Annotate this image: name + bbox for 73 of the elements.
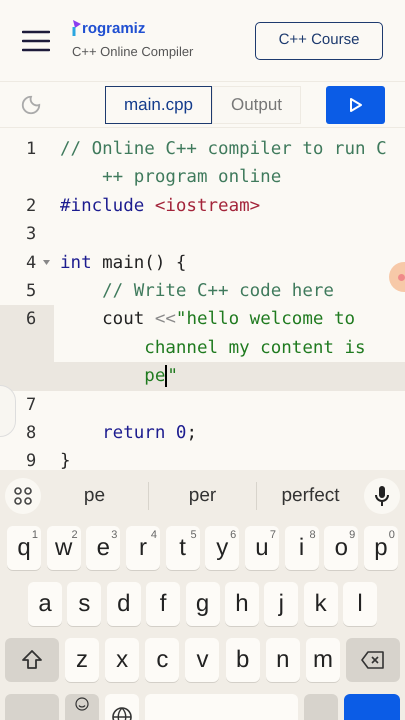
code-token: 0: [176, 422, 186, 445]
line-number: 9: [26, 450, 36, 470]
line-number: 1: [26, 138, 36, 161]
code-token: #include: [60, 194, 146, 218]
logo-icon: [72, 19, 82, 36]
shift-icon: [21, 649, 43, 671]
code-token: pe: [144, 365, 166, 388]
keyboard-key[interactable]: f: [146, 582, 180, 626]
shift-key[interactable]: [5, 638, 59, 682]
key-hint: 5: [190, 528, 197, 543]
line-number: 3: [26, 223, 36, 246]
course-button[interactable]: C++ Course: [255, 22, 383, 60]
code-token: <iostream>: [154, 194, 260, 218]
key-hint: 8: [309, 528, 316, 543]
smiley-icon: [75, 697, 89, 711]
line-number: 6: [26, 308, 36, 332]
keyboard-key[interactable]: m: [306, 638, 340, 682]
code-token: ++ program online: [102, 166, 282, 190]
code-token: // Online C++ compiler to run C: [60, 138, 387, 162]
keyboard-key[interactable]: j: [264, 582, 298, 626]
suggestion-chip[interactable]: pe: [84, 482, 106, 510]
editor-tab[interactable]: main.cpp: [105, 86, 212, 124]
play-icon: [348, 96, 362, 112]
code-token: int: [60, 252, 92, 275]
suggestion-chip[interactable]: per: [188, 482, 216, 510]
keyboard-key[interactable]: s: [67, 582, 102, 626]
code-token: ;: [186, 422, 197, 445]
keyboard-key[interactable]: l: [343, 582, 377, 626]
code-token: ": [167, 365, 178, 388]
keyboard-key[interactable]: i 8: [284, 526, 319, 570]
code-token: }: [60, 450, 71, 470]
fold-icon[interactable]: [43, 260, 50, 265]
line-number: 2: [26, 194, 36, 218]
keyboard-key[interactable]: x: [105, 638, 140, 682]
keyboard-key[interactable]: k: [304, 582, 338, 626]
key-hint: 6: [230, 528, 236, 543]
keyboard-key[interactable]: d: [106, 582, 141, 626]
key-hint: 2: [72, 528, 78, 542]
key-hint: 4: [150, 528, 157, 543]
backspace-icon: [361, 651, 385, 669]
keyboard-key[interactable]: g: [186, 582, 220, 626]
keyboard-key[interactable]: a: [28, 582, 62, 626]
key-hint: 3: [111, 528, 118, 543]
line-number: 8: [26, 422, 36, 445]
key-hint: 9: [349, 528, 356, 543]
keyboard-key[interactable]: v: [185, 638, 220, 682]
keyboard-key[interactable]: b: [226, 638, 260, 682]
code-token: "hello welcome to: [176, 308, 356, 332]
keyboard-key[interactable]: z: [65, 638, 99, 682]
suggestion-chip[interactable]: perfect: [281, 482, 340, 510]
code-token: main() {: [101, 252, 186, 275]
page-subtitle: C++ Online Compiler: [72, 43, 194, 62]
line-number: 4: [26, 252, 36, 275]
key-hint: 7: [270, 528, 276, 543]
keyboard-key[interactable]: c: [145, 638, 180, 682]
code-token: cout: [101, 308, 146, 332]
run-button[interactable]: [326, 86, 385, 124]
line-number: 7: [26, 394, 36, 417]
apps-icon[interactable]: [5, 478, 41, 514]
microphone-icon[interactable]: [364, 478, 400, 514]
backspace-key[interactable]: [346, 638, 400, 682]
logo-text: rogramiz: [82, 21, 146, 36]
code-token: return: [101, 422, 166, 445]
key-hint: 0: [388, 528, 395, 543]
code-token: // Write C++ code here: [101, 280, 334, 304]
line-number: 5: [26, 280, 36, 303]
editor-tab[interactable]: Output: [212, 86, 302, 124]
keyboard-key[interactable]: n: [266, 638, 300, 682]
key-hint: 1: [32, 528, 38, 543]
code-token: <<: [154, 308, 176, 332]
code-token: channel my content is: [144, 336, 366, 360]
menu-icon[interactable]: [22, 30, 50, 52]
keyboard-key[interactable]: h: [224, 582, 259, 626]
